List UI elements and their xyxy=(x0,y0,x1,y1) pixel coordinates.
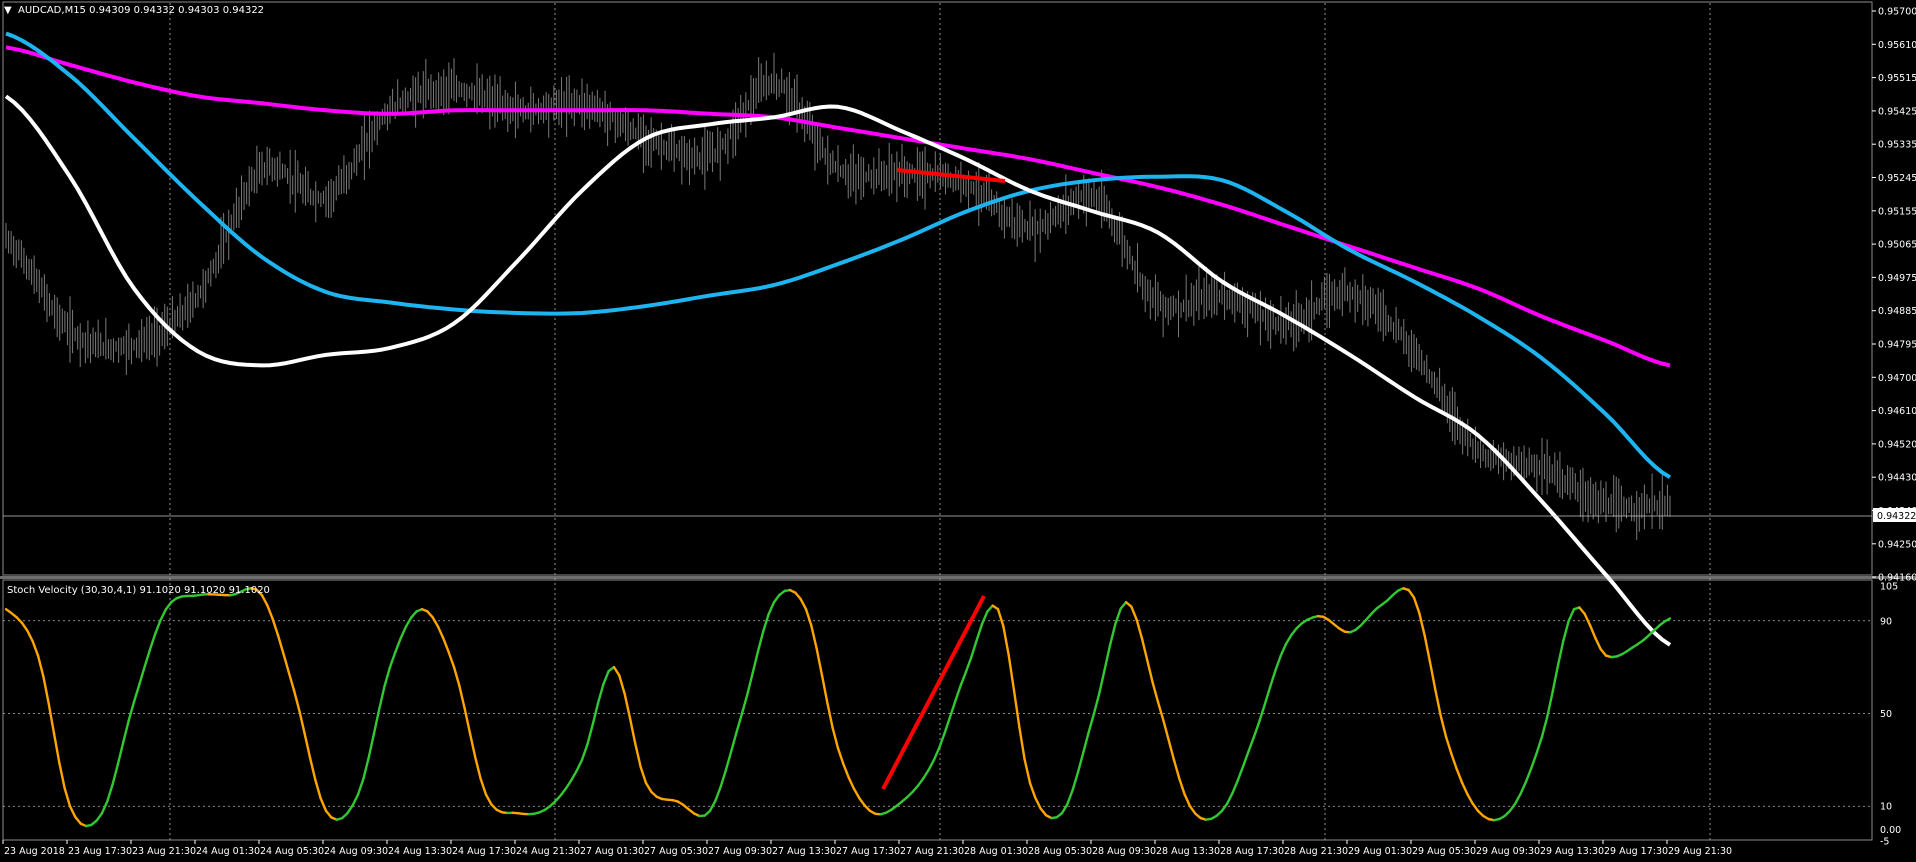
price-tick-label: 0.95065 xyxy=(1878,240,1916,251)
price-tick-label: 0.95610 xyxy=(1878,40,1916,51)
osc-tick-label: 50 xyxy=(1880,709,1892,720)
time-tick-label: 24 Aug 21:30 xyxy=(516,846,580,857)
time-tick-label: 28 Aug 09:30 xyxy=(1092,846,1156,857)
price-tick-label: 0.95245 xyxy=(1878,173,1916,184)
price-tick-label: 0.95700 xyxy=(1878,7,1916,18)
price-tick-label: 0.94795 xyxy=(1878,340,1916,351)
time-tick-label: 23 Aug 17:30 xyxy=(68,846,132,857)
osc-tick-label: -5 xyxy=(1880,837,1889,848)
time-tick-label: 24 Aug 13:30 xyxy=(388,846,452,857)
chart-background xyxy=(0,0,1916,862)
indicator-panel-header: Stoch Velocity (30,30,4,1) 91.1020 91.10… xyxy=(7,585,270,596)
time-tick-label: 28 Aug 13:30 xyxy=(1156,846,1220,857)
price-tick-label: 0.94430 xyxy=(1878,473,1916,484)
osc-tick-label: 90 xyxy=(1880,616,1892,627)
time-tick-label: 27 Aug 09:30 xyxy=(708,846,772,857)
time-tick-label: 23 Aug 2018 xyxy=(4,846,65,857)
time-tick-label: 27 Aug 05:30 xyxy=(644,846,708,857)
time-tick-label: 23 Aug 21:30 xyxy=(132,846,196,857)
price-tick-label: 0.95335 xyxy=(1878,140,1916,151)
time-tick-label: 27 Aug 13:30 xyxy=(772,846,836,857)
price-tick-label: 0.95425 xyxy=(1878,106,1916,117)
time-tick-label: 28 Aug 21:30 xyxy=(1284,846,1348,857)
price-tick-label: 0.94250 xyxy=(1878,539,1916,550)
time-tick-label: 29 Aug 21:30 xyxy=(1668,846,1732,857)
osc-tick-label: 0.00 xyxy=(1880,825,1901,836)
time-tick-label: 29 Aug 09:30 xyxy=(1476,846,1540,857)
price-tick-label: 0.94975 xyxy=(1878,273,1916,284)
time-tick-label: 24 Aug 01:30 xyxy=(196,846,260,857)
osc-tick-label: 10 xyxy=(1880,802,1892,813)
chart-window[interactable]: ▼ AUDCAD,M15 0.94309 0.94332 0.94303 0.9… xyxy=(0,0,1916,862)
time-tick-label: 28 Aug 17:30 xyxy=(1220,846,1284,857)
main-panel-header: AUDCAD,M15 0.94309 0.94332 0.94303 0.943… xyxy=(18,5,264,16)
time-tick-label: 24 Aug 17:30 xyxy=(452,846,516,857)
time-tick-label: 27 Aug 01:30 xyxy=(580,846,644,857)
time-tick-label: 27 Aug 17:30 xyxy=(836,846,900,857)
price-tick-label: 0.94520 xyxy=(1878,439,1916,450)
time-tick-label: 29 Aug 13:30 xyxy=(1540,846,1604,857)
time-tick-label: 27 Aug 21:30 xyxy=(900,846,964,857)
time-tick-label: 24 Aug 05:30 xyxy=(260,846,324,857)
price-tick-label: 0.94885 xyxy=(1878,306,1916,317)
current-price-label: 0.94322 xyxy=(1877,511,1916,522)
price-tick-label: 0.95515 xyxy=(1878,73,1916,84)
price-tick-label: 0.95155 xyxy=(1878,206,1916,217)
time-tick-label: 28 Aug 05:30 xyxy=(1028,846,1092,857)
time-tick-label: 29 Aug 17:30 xyxy=(1604,846,1668,857)
osc-tick-label: 105 xyxy=(1880,582,1898,593)
time-tick-label: 29 Aug 05:30 xyxy=(1412,846,1476,857)
symbol-menu-icon[interactable]: ▼ xyxy=(4,5,12,16)
time-tick-label: 29 Aug 01:30 xyxy=(1348,846,1412,857)
time-tick-label: 28 Aug 01:30 xyxy=(964,846,1028,857)
time-tick-label: 24 Aug 09:30 xyxy=(324,846,388,857)
price-tick-label: 0.94700 xyxy=(1878,373,1916,384)
panel-separator[interactable] xyxy=(0,576,1916,579)
price-tick-label: 0.94610 xyxy=(1878,406,1916,417)
